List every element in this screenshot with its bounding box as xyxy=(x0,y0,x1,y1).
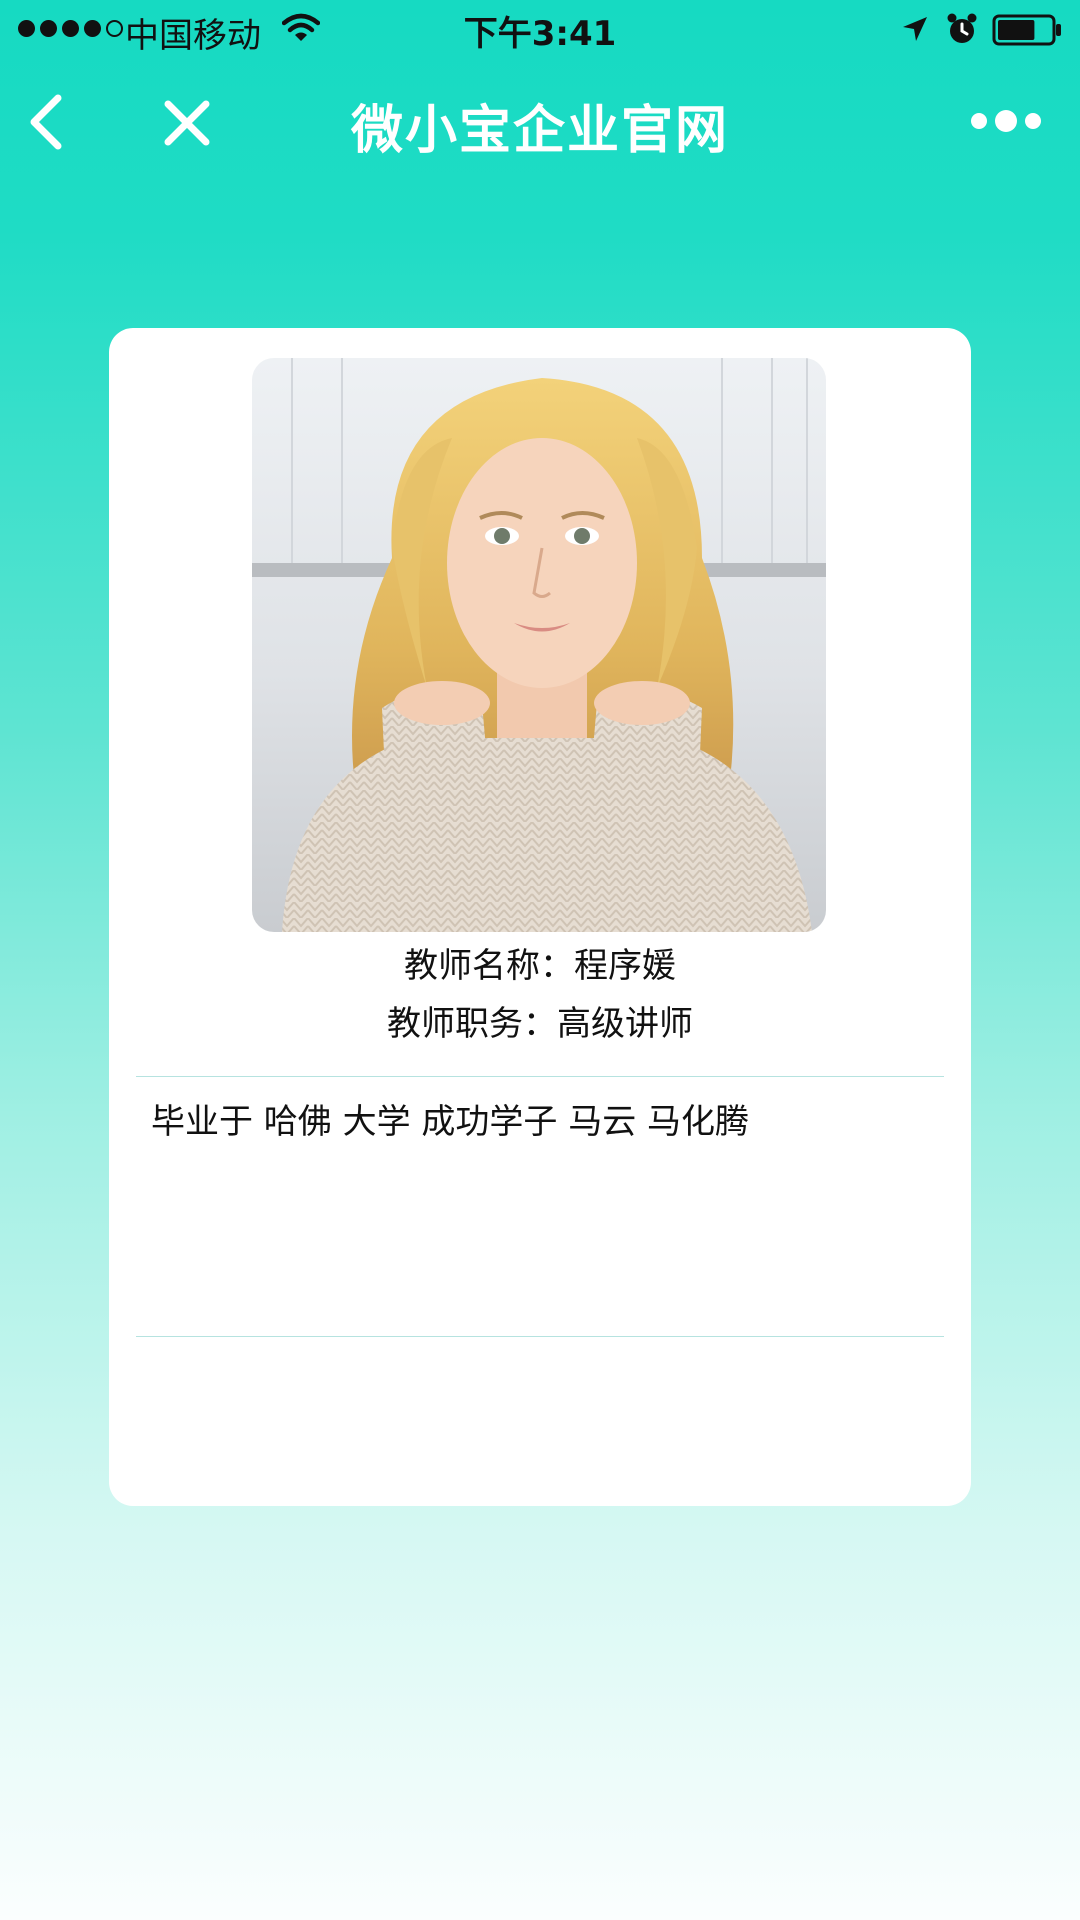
teacher-card: 教师名称：程序媛 教师职务：高级讲师 毕业于 哈佛 大学 成功学子 马云 马化腾 xyxy=(109,328,971,1506)
location-arrow-icon xyxy=(903,17,927,41)
teacher-name: 教师名称：程序媛 xyxy=(404,946,676,986)
portrait-image xyxy=(252,358,826,932)
nav-bar: 微小宝企业官网 xyxy=(0,58,1080,182)
teacher-bio: 毕业于 哈佛 大学 成功学子 马云 马化腾 xyxy=(151,1102,750,1142)
battery-icon xyxy=(992,14,1061,46)
status-bar: 中国移动 下午3:41 xyxy=(0,0,1080,58)
divider xyxy=(136,1076,944,1077)
more-dots-icon[interactable] xyxy=(970,108,1042,134)
divider xyxy=(136,1336,944,1337)
alarm-icon xyxy=(947,13,977,43)
teacher-position: 教师职务：高级讲师 xyxy=(387,1004,693,1044)
page-title: 微小宝企业官网 xyxy=(350,101,729,161)
teacher-photo xyxy=(252,358,826,932)
